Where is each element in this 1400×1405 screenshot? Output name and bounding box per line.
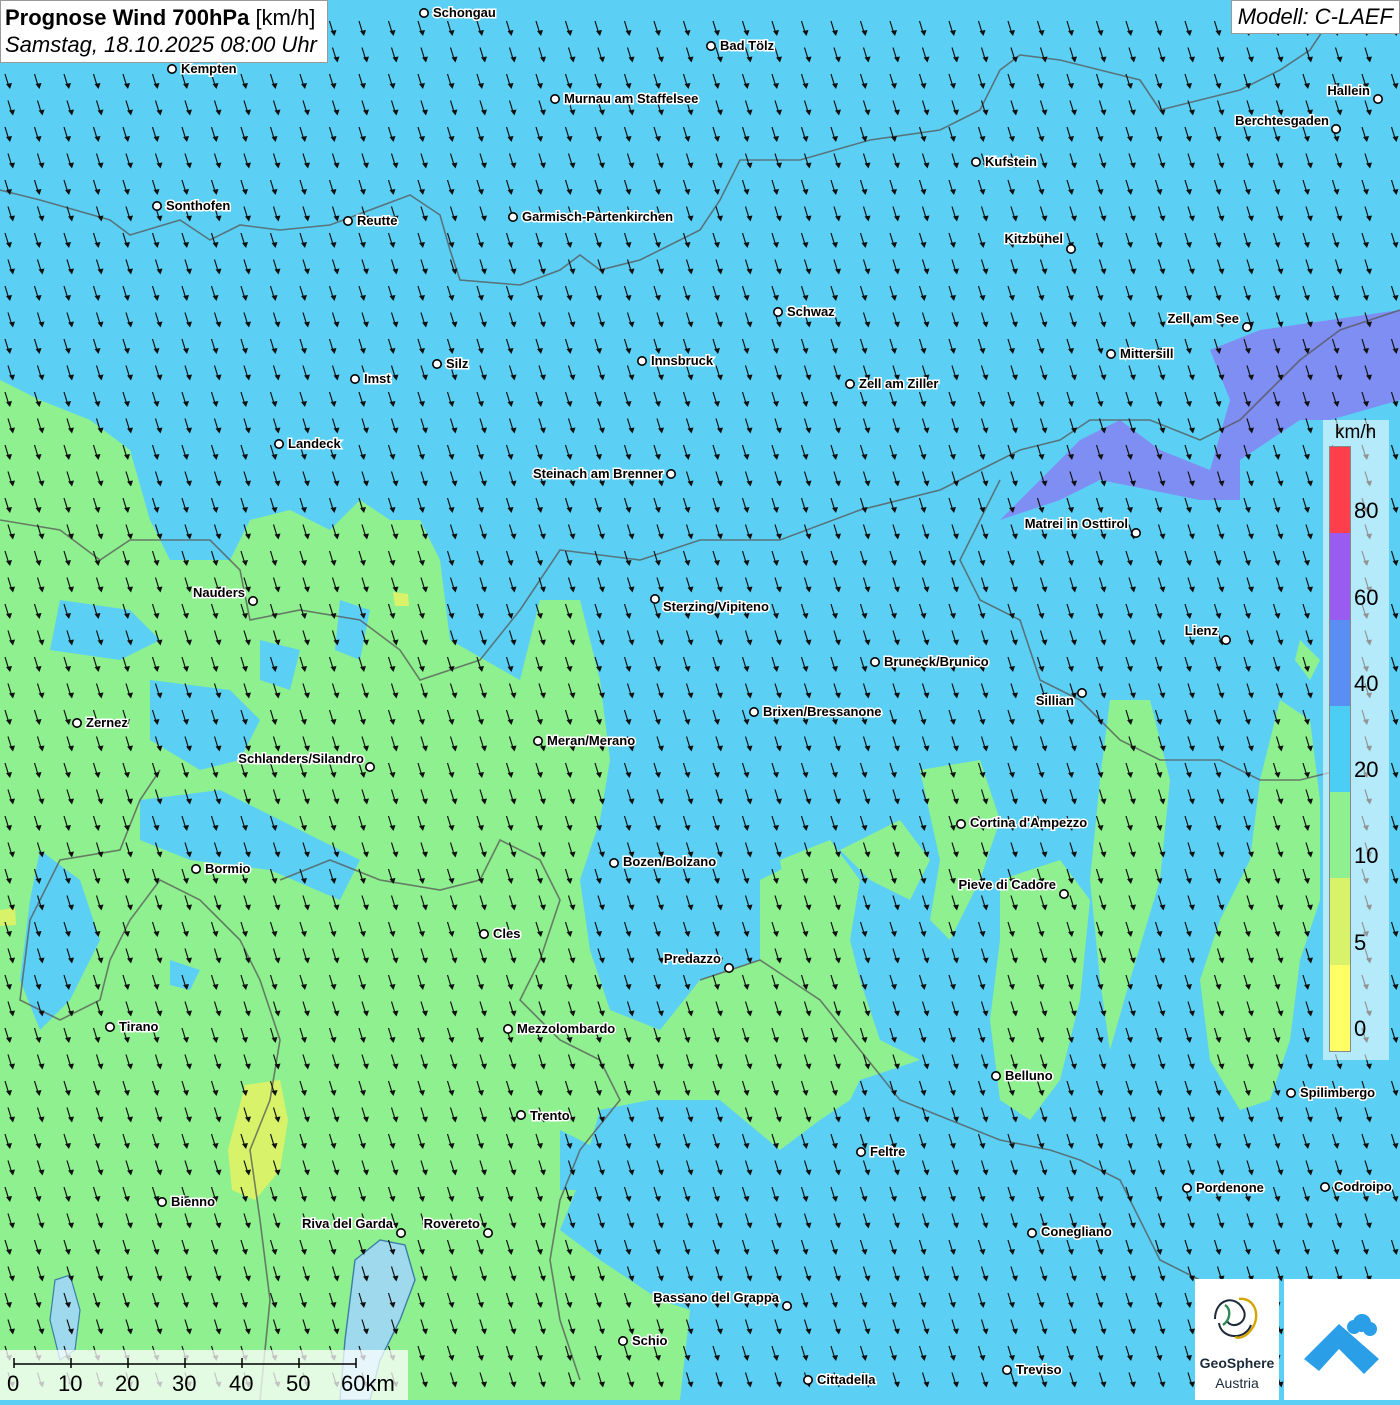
city-marker xyxy=(342,216,353,227)
city-marker xyxy=(649,593,660,604)
city-marker xyxy=(507,212,518,223)
city-marker xyxy=(869,656,880,667)
city-label: Reutte xyxy=(357,213,397,228)
city-label: Innsbruck xyxy=(651,353,714,368)
city-label: Landeck xyxy=(288,436,342,451)
city-marker xyxy=(1373,94,1384,105)
city-marker xyxy=(273,438,284,449)
city-marker xyxy=(705,40,716,51)
city-label: Murnau am Staffelsee xyxy=(564,91,698,106)
city-marker xyxy=(970,157,981,168)
city-marker xyxy=(772,306,783,317)
city-marker xyxy=(1131,527,1142,538)
city-label: Silz xyxy=(446,356,469,371)
city-label: Mittersill xyxy=(1120,346,1173,361)
city-marker xyxy=(349,373,360,384)
city-label: Steinach am Brenner xyxy=(533,466,663,481)
city-label: Schongau xyxy=(433,5,496,20)
city-marker xyxy=(248,595,259,606)
city-marker xyxy=(167,64,178,75)
city-marker xyxy=(665,468,676,479)
city-label: Berchtesgaden xyxy=(1235,113,1329,128)
city-label: Kempten xyxy=(181,61,237,76)
city-marker xyxy=(1066,244,1077,255)
city-marker xyxy=(1331,124,1342,135)
city-marker xyxy=(844,378,855,389)
city-label: Sterzing/Vipiteno xyxy=(663,599,769,614)
city-label: Lienz xyxy=(1185,623,1219,638)
city-label: Kufstein xyxy=(985,154,1037,169)
city-label: Matrei in Osttirol xyxy=(1025,516,1128,531)
city-label: Imst xyxy=(364,371,391,386)
city-label: Kitzbühel xyxy=(1005,231,1064,246)
city-label: Sonthofen xyxy=(166,198,230,213)
city-marker xyxy=(636,355,647,366)
wind-forecast-map[interactable]: Schongau Bad Tölz Kempten Murnau am Staffel… xyxy=(0,0,1400,1400)
city-marker xyxy=(431,358,442,369)
city-label: Schwaz xyxy=(787,304,835,319)
city-label: Zell am Ziller xyxy=(859,376,938,391)
city-marker xyxy=(1242,321,1253,332)
city-label: Nauders xyxy=(193,585,245,600)
city-label: Zell am See xyxy=(1167,311,1239,326)
city-label: Hallein xyxy=(1327,83,1370,98)
city-marker xyxy=(549,94,560,105)
city-marker xyxy=(418,8,429,18)
city-marker xyxy=(1106,348,1117,359)
city-label: Bad Tölz xyxy=(720,38,775,53)
city-marker xyxy=(1221,634,1232,645)
city-label: Garmisch-Partenkirchen xyxy=(522,209,673,224)
city-marker xyxy=(152,201,163,212)
